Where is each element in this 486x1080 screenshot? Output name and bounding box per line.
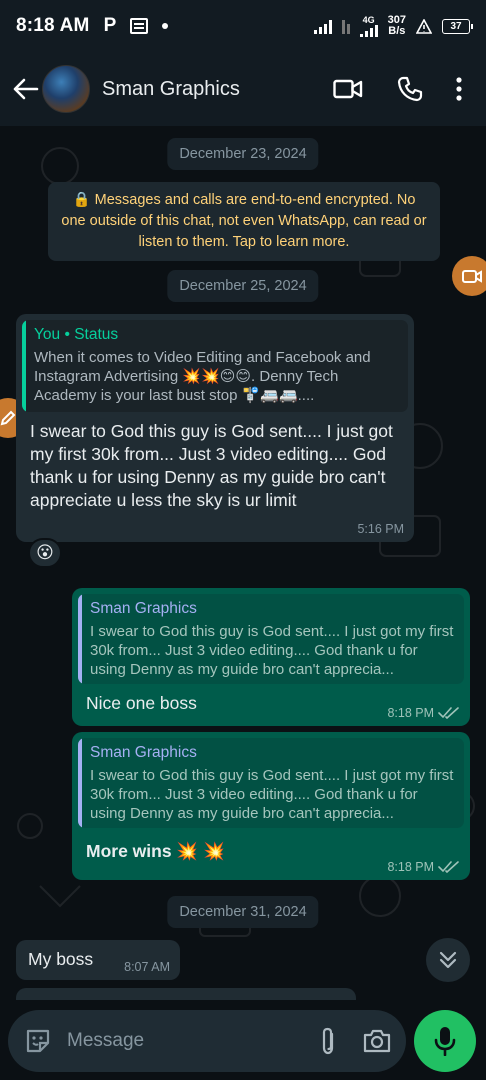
parking-icon: P bbox=[103, 15, 117, 36]
message-input[interactable] bbox=[67, 1030, 312, 1052]
partial-message-bubble[interactable] bbox=[16, 988, 356, 1000]
date-chip: December 25, 2024 bbox=[167, 270, 319, 302]
double-check-icon bbox=[438, 861, 459, 873]
chat-header: Sman Graphics bbox=[0, 52, 486, 126]
quote-text: I swear to God this guy is God sent.... … bbox=[90, 623, 454, 678]
message-meta: 5:16 PM bbox=[357, 522, 404, 536]
camera-shortcut-icon[interactable] bbox=[452, 256, 486, 296]
quote-author: Sman Graphics bbox=[90, 744, 197, 761]
net-speed-unit: B/s bbox=[388, 25, 406, 37]
phone-icon[interactable] bbox=[390, 69, 430, 109]
back-arrow-icon[interactable] bbox=[12, 75, 40, 103]
reaction-emoji: 😮 bbox=[36, 543, 54, 562]
quoted-status[interactable]: You • Status When it comes to Video Edit… bbox=[22, 320, 408, 412]
contact-avatar[interactable] bbox=[42, 65, 90, 113]
double-check-icon bbox=[438, 707, 459, 719]
message-meta: 8:07 AM bbox=[124, 960, 170, 974]
message-time: 8:18 PM bbox=[387, 860, 434, 874]
scroll-to-bottom-button[interactable] bbox=[426, 938, 470, 982]
message-time: 8:18 PM bbox=[387, 706, 434, 720]
quoted-message[interactable]: Sman Graphics I swear to God this guy is… bbox=[78, 594, 464, 684]
network-type: 4G bbox=[362, 14, 375, 25]
more-vert-icon[interactable] bbox=[444, 69, 474, 109]
message-bubble-outgoing[interactable]: Sman Graphics I swear to God this guy is… bbox=[72, 588, 470, 726]
message-bubble-outgoing[interactable]: Sman Graphics I swear to God this guy is… bbox=[72, 732, 470, 880]
message-text: My boss bbox=[28, 949, 94, 969]
signal-4g-icon: 4G bbox=[359, 14, 378, 37]
quote-author: You • Status bbox=[34, 326, 119, 343]
quote-text: I swear to God this guy is God sent.... … bbox=[90, 767, 454, 822]
double-chevron-down-icon bbox=[439, 951, 457, 969]
date-chip: December 23, 2024 bbox=[167, 138, 319, 170]
quote-text: When it comes to Video Editing and Faceb… bbox=[34, 349, 371, 404]
quote-author: Sman Graphics bbox=[90, 600, 197, 617]
date-chip: December 31, 2024 bbox=[167, 896, 319, 928]
status-notification-icons: P bbox=[104, 15, 169, 37]
warning-icon bbox=[416, 18, 432, 34]
status-time: 8:18 AM bbox=[16, 15, 90, 36]
mic-icon bbox=[434, 1027, 456, 1056]
message-bubble-incoming[interactable]: My boss 8:07 AM bbox=[16, 940, 180, 980]
camera-icon[interactable] bbox=[361, 1023, 392, 1059]
quoted-message[interactable]: Sman Graphics I swear to God this guy is… bbox=[78, 738, 464, 828]
attach-icon[interactable] bbox=[312, 1023, 343, 1059]
encryption-notice[interactable]: 🔒 Messages and calls are end-to-end encr… bbox=[48, 182, 440, 261]
chat-area[interactable]: December 23, 2024 🔒 Messages and calls a… bbox=[0, 126, 486, 1000]
signal-icon bbox=[313, 18, 332, 34]
status-bar: 8:18 AM P 4G 307 B/s 37 bbox=[0, 0, 486, 52]
message-text: More wins 💥 💥 bbox=[86, 841, 225, 861]
net-speed: 307 B/s bbox=[388, 15, 406, 37]
sticker-icon[interactable] bbox=[22, 1023, 53, 1059]
message-bubble-incoming[interactable]: You • Status When it comes to Video Edit… bbox=[16, 314, 414, 542]
message-input-container[interactable] bbox=[8, 1010, 406, 1072]
message-meta: 8:18 PM bbox=[387, 706, 460, 720]
battery-level: 37 bbox=[450, 20, 462, 32]
status-system-icons: 4G 307 B/s 37 bbox=[313, 14, 473, 37]
message-time: 5:16 PM bbox=[357, 522, 404, 536]
data-activity-icon bbox=[341, 18, 350, 34]
message-meta: 8:18 PM bbox=[387, 860, 460, 874]
news-icon bbox=[130, 18, 149, 34]
message-composer bbox=[0, 1000, 486, 1080]
voice-message-button[interactable] bbox=[414, 1010, 476, 1072]
message-text: I swear to God this guy is God sent.... … bbox=[30, 421, 393, 510]
video-call-icon[interactable] bbox=[328, 69, 368, 109]
more-notifications-icon bbox=[162, 23, 169, 29]
contact-name[interactable]: Sman Graphics bbox=[102, 78, 306, 101]
battery-icon: 37 bbox=[442, 18, 473, 34]
message-reaction[interactable]: 😮 bbox=[28, 538, 62, 568]
message-time: 8:07 AM bbox=[124, 960, 170, 974]
